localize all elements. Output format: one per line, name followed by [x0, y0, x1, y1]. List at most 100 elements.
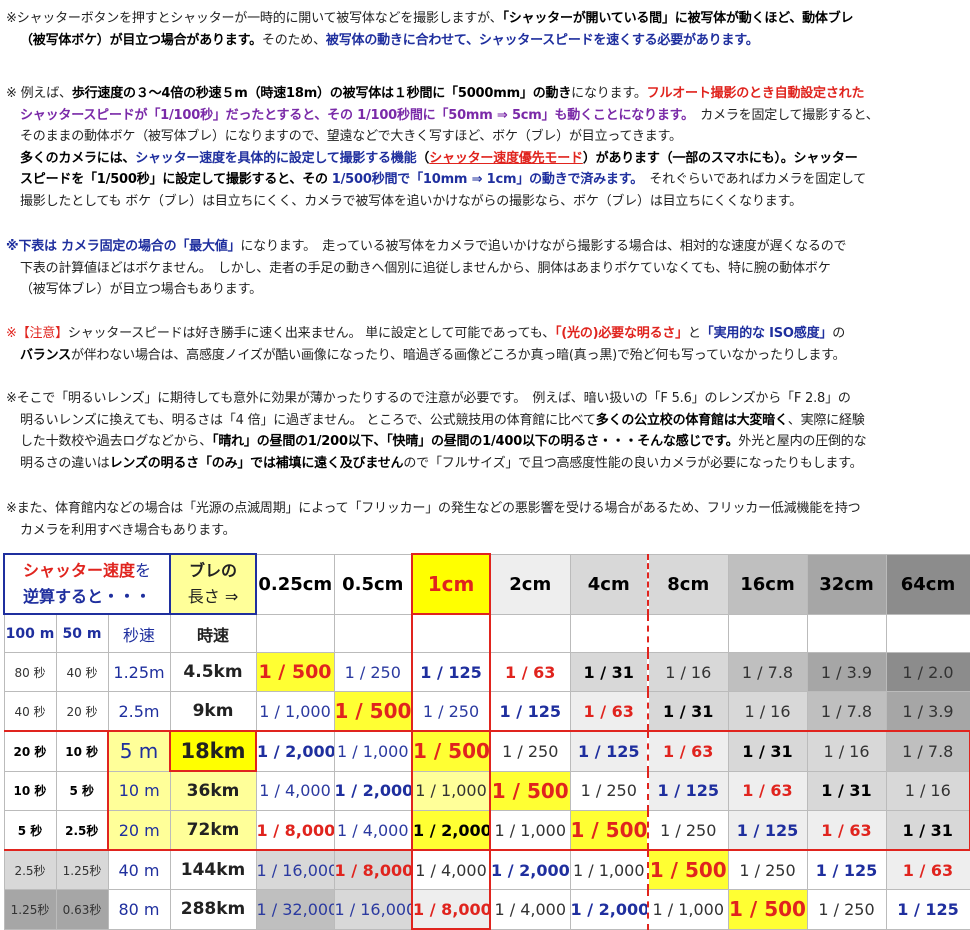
shutter-speed-cell: 1 / 500 [333, 691, 413, 732]
p5-f: 「晴れ」の昼間の1/200以下、「快晴」の昼間の1/400以下の明るさ・・・そん… [212, 434, 739, 449]
p4-b: シャッタースピードは好き勝手に速く出来ません。 単に設定として可能であっても、 [67, 326, 555, 341]
blur-col-2: 1cm [411, 553, 491, 615]
shutter-speed-cell: 1 / 1,000 [333, 730, 413, 772]
shutter-speed-cell: 1 / 500 [569, 810, 649, 851]
p2-h: 多くのカメラには、 [20, 150, 136, 166]
sub-kmh: 時速 [169, 613, 257, 653]
shutter-speed-cell: 1 / 125 [569, 730, 649, 772]
shutter-speed-cell: 1 / 1,000 [255, 691, 335, 732]
speed-mps: 80 m [107, 889, 171, 930]
time-50m: 2.5秒 [55, 810, 109, 851]
blur-col-6: 16cm [727, 553, 808, 615]
time-100m: 40 秒 [3, 691, 57, 732]
shutter-speed-cell: 1 / 125 [647, 770, 729, 811]
shutter-speed-cell: 1 / 16 [806, 730, 887, 772]
shutter-speed-cell: 1 / 31 [569, 652, 649, 692]
blur-length-label: ブレの 長さ ⇒ [169, 553, 257, 615]
p2-e: シャッタースピードが「1/100秒」だったとすると、その 1/100秒間に「50… [20, 107, 688, 123]
sub-empty-5 [647, 613, 729, 653]
time-50m: 1.25秒 [55, 849, 109, 890]
p5-e: した十数校や過去ログなどから、 [20, 434, 213, 449]
speed-mps: 10 m [107, 770, 171, 811]
shutter-speed-cell: 1 / 7.8 [885, 730, 970, 772]
speed-mps: 1.25m [107, 652, 171, 692]
shutter-speed-cell: 1 / 250 [411, 691, 491, 732]
shutter-speed-cell: 1 / 250 [806, 889, 887, 930]
shutter-speed-cell: 1 / 1,000 [411, 770, 491, 811]
title-line1a: シャッター速度 [22, 561, 135, 580]
time-100m: 20 秒 [3, 730, 57, 772]
sub-empty-3 [489, 613, 571, 653]
shutter-speed-cell: 1 / 31 [647, 691, 729, 732]
sub-empty-8 [885, 613, 970, 653]
p2-a: ※ 例えば、 [6, 86, 72, 101]
p2-p: 撮影したとしても ボケ（ブレ）は目立ちにくく、カメラで被写体を追いかけながらの撮… [20, 193, 802, 209]
title-line1b: を [135, 561, 152, 580]
p6-a: ※また、体育館内などの場合は「光源の点滅周期」によって「フリッカー」の発生などの… [6, 501, 861, 516]
shutter-speed-cell: 1 / 250 [647, 810, 729, 851]
p2-k: シャッター速度優先モード [429, 150, 583, 166]
speed-mps: 20 m [107, 810, 171, 851]
paragraph-5: ※そこで「明るいレンズ」に期待しても意外に効果が薄かったりするので注意が必要です… [6, 388, 964, 474]
table-row: 2.5秒 1.25秒 40 m 144km 1 / 16,000 1 / 8,000 1 /… [3, 849, 970, 890]
shutter-speed-cell: 1 / 1,000 [489, 810, 571, 851]
p5-d: 、実際に経験 [787, 412, 865, 428]
shutter-speed-cell: 1 / 500 [727, 889, 808, 930]
table-body: 80 秒 40 秒 1.25m 4.5km 1 / 500 1 / 250 1 / 125 1… [3, 652, 970, 930]
title-line2: 逆算すると・・・ [22, 587, 151, 606]
shutter-speed-cell: 1 / 32,000 [255, 889, 335, 930]
p2-b: 歩行速度の３～4倍の秒速５m（時速18m）の被写体は１秒間に「5000mm」の動… [71, 86, 572, 101]
p5-g: 外光と屋内の圧倒的な [738, 434, 867, 449]
paragraph-6: ※また、体育館内などの場合は「光源の点滅周期」によって「フリッカー」の発生などの… [6, 498, 964, 541]
shutter-speed-cell: 1 / 3.9 [885, 691, 970, 732]
shutter-speed-cell: 1 / 16 [647, 652, 729, 692]
shutter-speed-cell: 1 / 500 [255, 652, 335, 692]
time-100m: 1.25秒 [3, 889, 57, 930]
table-row: 80 秒 40 秒 1.25m 4.5km 1 / 500 1 / 250 1 / 125 1… [3, 652, 970, 692]
p3-d: （被写体ブレ）が目立つ場合もあります。 [20, 282, 262, 297]
p2-j: （ [416, 150, 430, 166]
blur-col-4: 4cm [569, 553, 649, 615]
paragraph-3: ※下表は カメラ固定の場合の「最大値」になります。 走っている被写体をカメラで追… [6, 236, 964, 301]
time-50m: 0.63秒 [55, 889, 109, 930]
header-row: シャッター速度を 逆算すると・・・ ブレの 長さ ⇒ 0.25cm 0.5cm 1… [3, 553, 970, 615]
shutter-speed-cell: 1 / 8,000 [255, 810, 335, 851]
p2-l: ）があります（一部のスマホにも）。シャッター [582, 150, 858, 166]
p5-b: 明るいレンズに換えても、明るさは「4 倍」に過ぎません。 ところで、公式競技用の… [20, 412, 596, 428]
paragraph-2: ※ 例えば、歩行速度の３～4倍の秒速５m（時速18m）の被写体は１秒間に「500… [6, 83, 964, 212]
blur-col-1: 0.5cm [333, 553, 413, 615]
p3-b: になります。 走っている被写体をカメラで追いかけながら撮影する場合は、相対的な速… [240, 239, 847, 254]
shutter-speed-cell: 1 / 16 [885, 770, 970, 811]
subheader-row: 100 m 50 m 秒速 時速 [3, 613, 970, 653]
paragraph-1: ※シャッターボタンを押すとシャッターが一時的に開いて被写体などを撮影しますが、「… [6, 8, 964, 51]
speed-kmh: 72km [169, 810, 257, 851]
sub-50m: 50 m [55, 613, 109, 653]
time-50m: 5 秒 [55, 770, 109, 811]
time-100m: 10 秒 [3, 770, 57, 811]
shutter-speed-cell: 1 / 125 [411, 652, 491, 692]
shutter-speed-cell: 1 / 31 [727, 730, 808, 772]
shutter-speed-cell: 1 / 250 [489, 730, 571, 772]
table-row: 1.25秒 0.63秒 80 m 288km 1 / 32,000 1 / 16,000 1… [3, 889, 970, 930]
sub-empty-2 [411, 613, 491, 653]
shutter-speed-cell: 1 / 1,000 [647, 889, 729, 930]
shutter-speed-cell: 1 / 2,000 [333, 770, 413, 811]
shutter-speed-cell: 1 / 31 [806, 770, 887, 811]
p4-h: が伴わない場合は、高感度ノイズが酷い画像になったり、暗過ぎる画像どころか真っ暗(… [70, 347, 846, 363]
p2-o: それぐらいであればカメラを固定して [649, 172, 867, 187]
shutter-speed-cell: 1 / 2,000 [489, 849, 571, 890]
sub-mps: 秒速 [107, 613, 171, 653]
shutter-speed-cell: 1 / 2,000 [569, 889, 649, 930]
p5-i: レンズの明るさ「のみ」では補填に遠く及びません [109, 455, 404, 471]
shutter-speed-cell: 1 / 125 [727, 810, 808, 851]
p4-e: 「実用的な ISO感度」 [700, 326, 833, 341]
p1-text: ※シャッターボタンを押すとシャッターが一時的に開いて被写体などを撮影しますが、 [6, 11, 503, 26]
page: ※シャッターボタンを押すとシャッターが一時的に開いて被写体などを撮影しますが、「… [0, 0, 970, 930]
shutter-speed-cell: 1 / 63 [647, 730, 729, 772]
time-50m: 40 秒 [55, 652, 109, 692]
shutter-speed-cell: 1 / 16 [727, 691, 808, 732]
shutter-speed-cell: 1 / 125 [806, 849, 887, 890]
speed-kmh: 9km [169, 691, 257, 732]
blur-label-2: 長さ ⇒ [187, 587, 239, 606]
sub-empty-4 [569, 613, 649, 653]
